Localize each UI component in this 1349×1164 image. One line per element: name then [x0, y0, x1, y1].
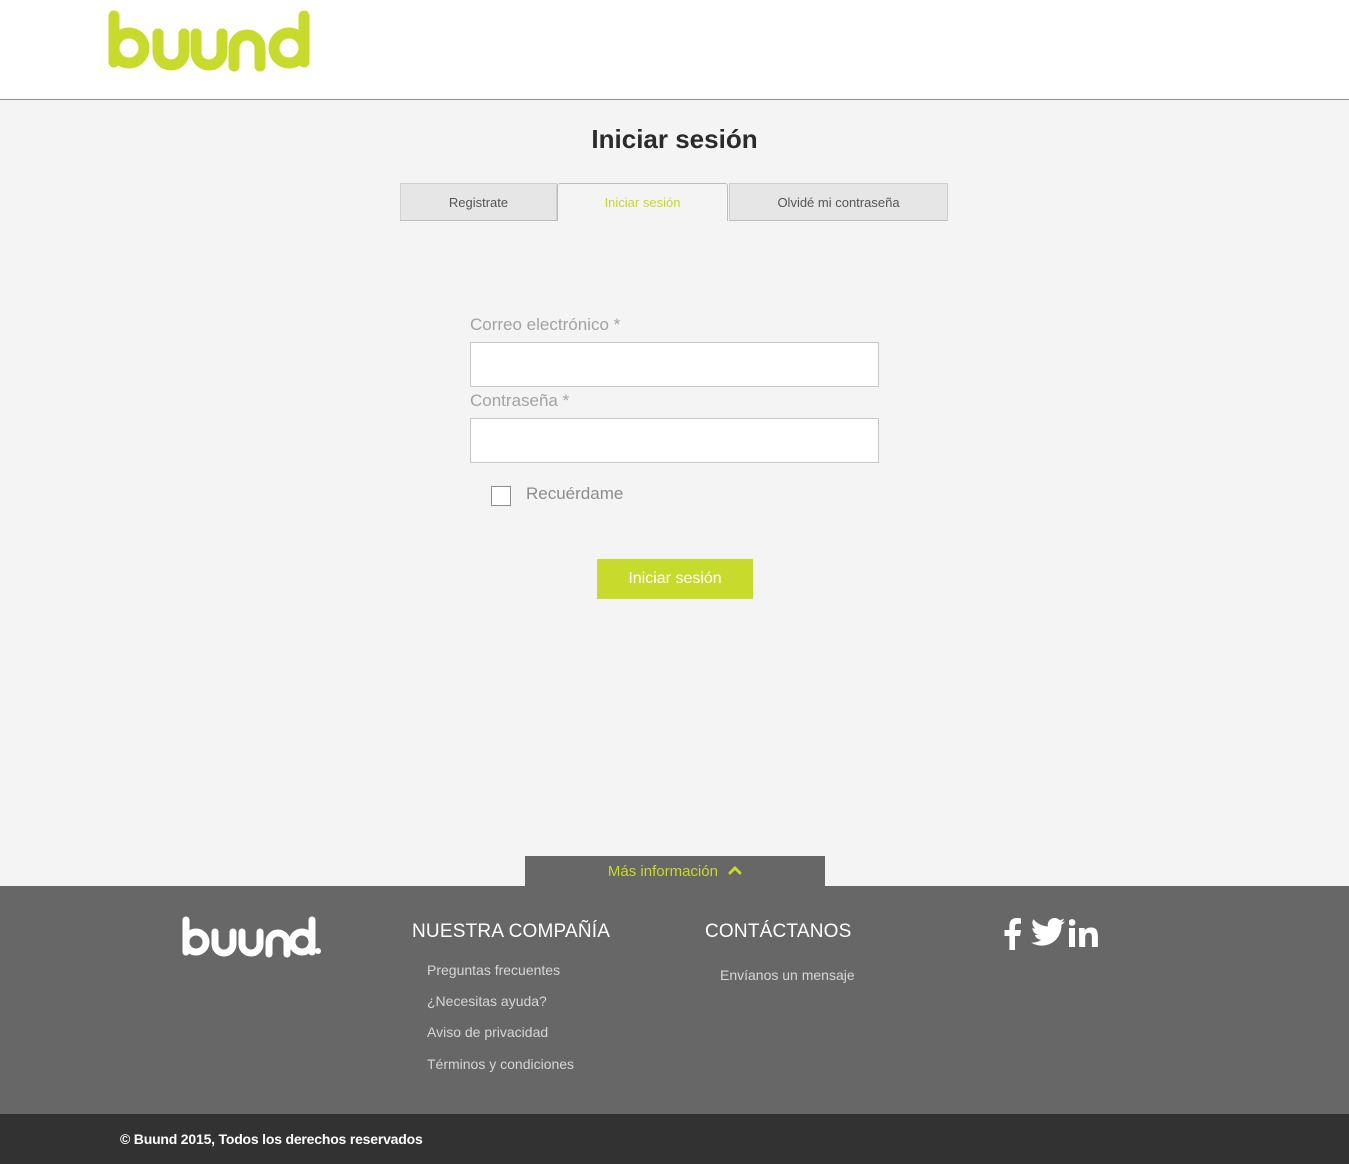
copyright-bar: © Buund 2015, Todos los derechos reserva…	[0, 1114, 1349, 1164]
remember-me-label: Recuérdame	[526, 484, 624, 503]
more-info-toggle[interactable]: Más información	[525, 856, 825, 886]
terms-link[interactable]: Términos y condiciones	[427, 1056, 574, 1072]
auth-tabs: Registrate Iniciar sesión Olvidé mi cont…	[400, 183, 948, 221]
twitter-icon[interactable]	[1031, 917, 1065, 947]
linkedin-icon[interactable]	[1069, 919, 1101, 947]
contact-section-title: CONTÁCTANOS	[705, 921, 852, 942]
chevron-up-icon	[728, 866, 742, 875]
privacy-link[interactable]: Aviso de privacidad	[427, 1024, 548, 1040]
faq-link[interactable]: Preguntas frecuentes	[427, 962, 560, 978]
page-title: Iniciar sesión	[591, 124, 758, 154]
tab-register[interactable]: Registrate	[400, 183, 557, 221]
tab-forgot-password[interactable]: Olvidé mi contraseña	[729, 183, 948, 221]
buund-footer-logo[interactable]	[181, 916, 321, 960]
site-header	[0, 0, 1349, 100]
email-label: Correo electrónico *	[470, 315, 621, 334]
help-link[interactable]: ¿Necesitas ayuda?	[427, 993, 547, 1009]
company-section-title: NUESTRA COMPAÑÍA	[412, 921, 611, 942]
password-label: Contraseña *	[470, 391, 570, 410]
site-footer: NUESTRA COMPAÑÍA Preguntas frecuentes ¿N…	[0, 886, 1349, 1114]
email-field[interactable]	[470, 342, 879, 387]
facebook-icon[interactable]	[1003, 918, 1021, 950]
tab-login[interactable]: Iniciar sesión	[557, 183, 728, 221]
more-info-label: Más información	[607, 863, 718, 880]
password-field[interactable]	[470, 418, 879, 463]
remember-me-checkbox[interactable]	[491, 486, 511, 506]
send-message-link[interactable]: Envíanos un mensaje	[720, 967, 855, 983]
buund-logo[interactable]	[106, 10, 312, 76]
login-submit-button[interactable]: Iniciar sesión	[597, 559, 753, 599]
copyright-text: © Buund 2015, Todos los derechos reserva…	[120, 1131, 423, 1147]
